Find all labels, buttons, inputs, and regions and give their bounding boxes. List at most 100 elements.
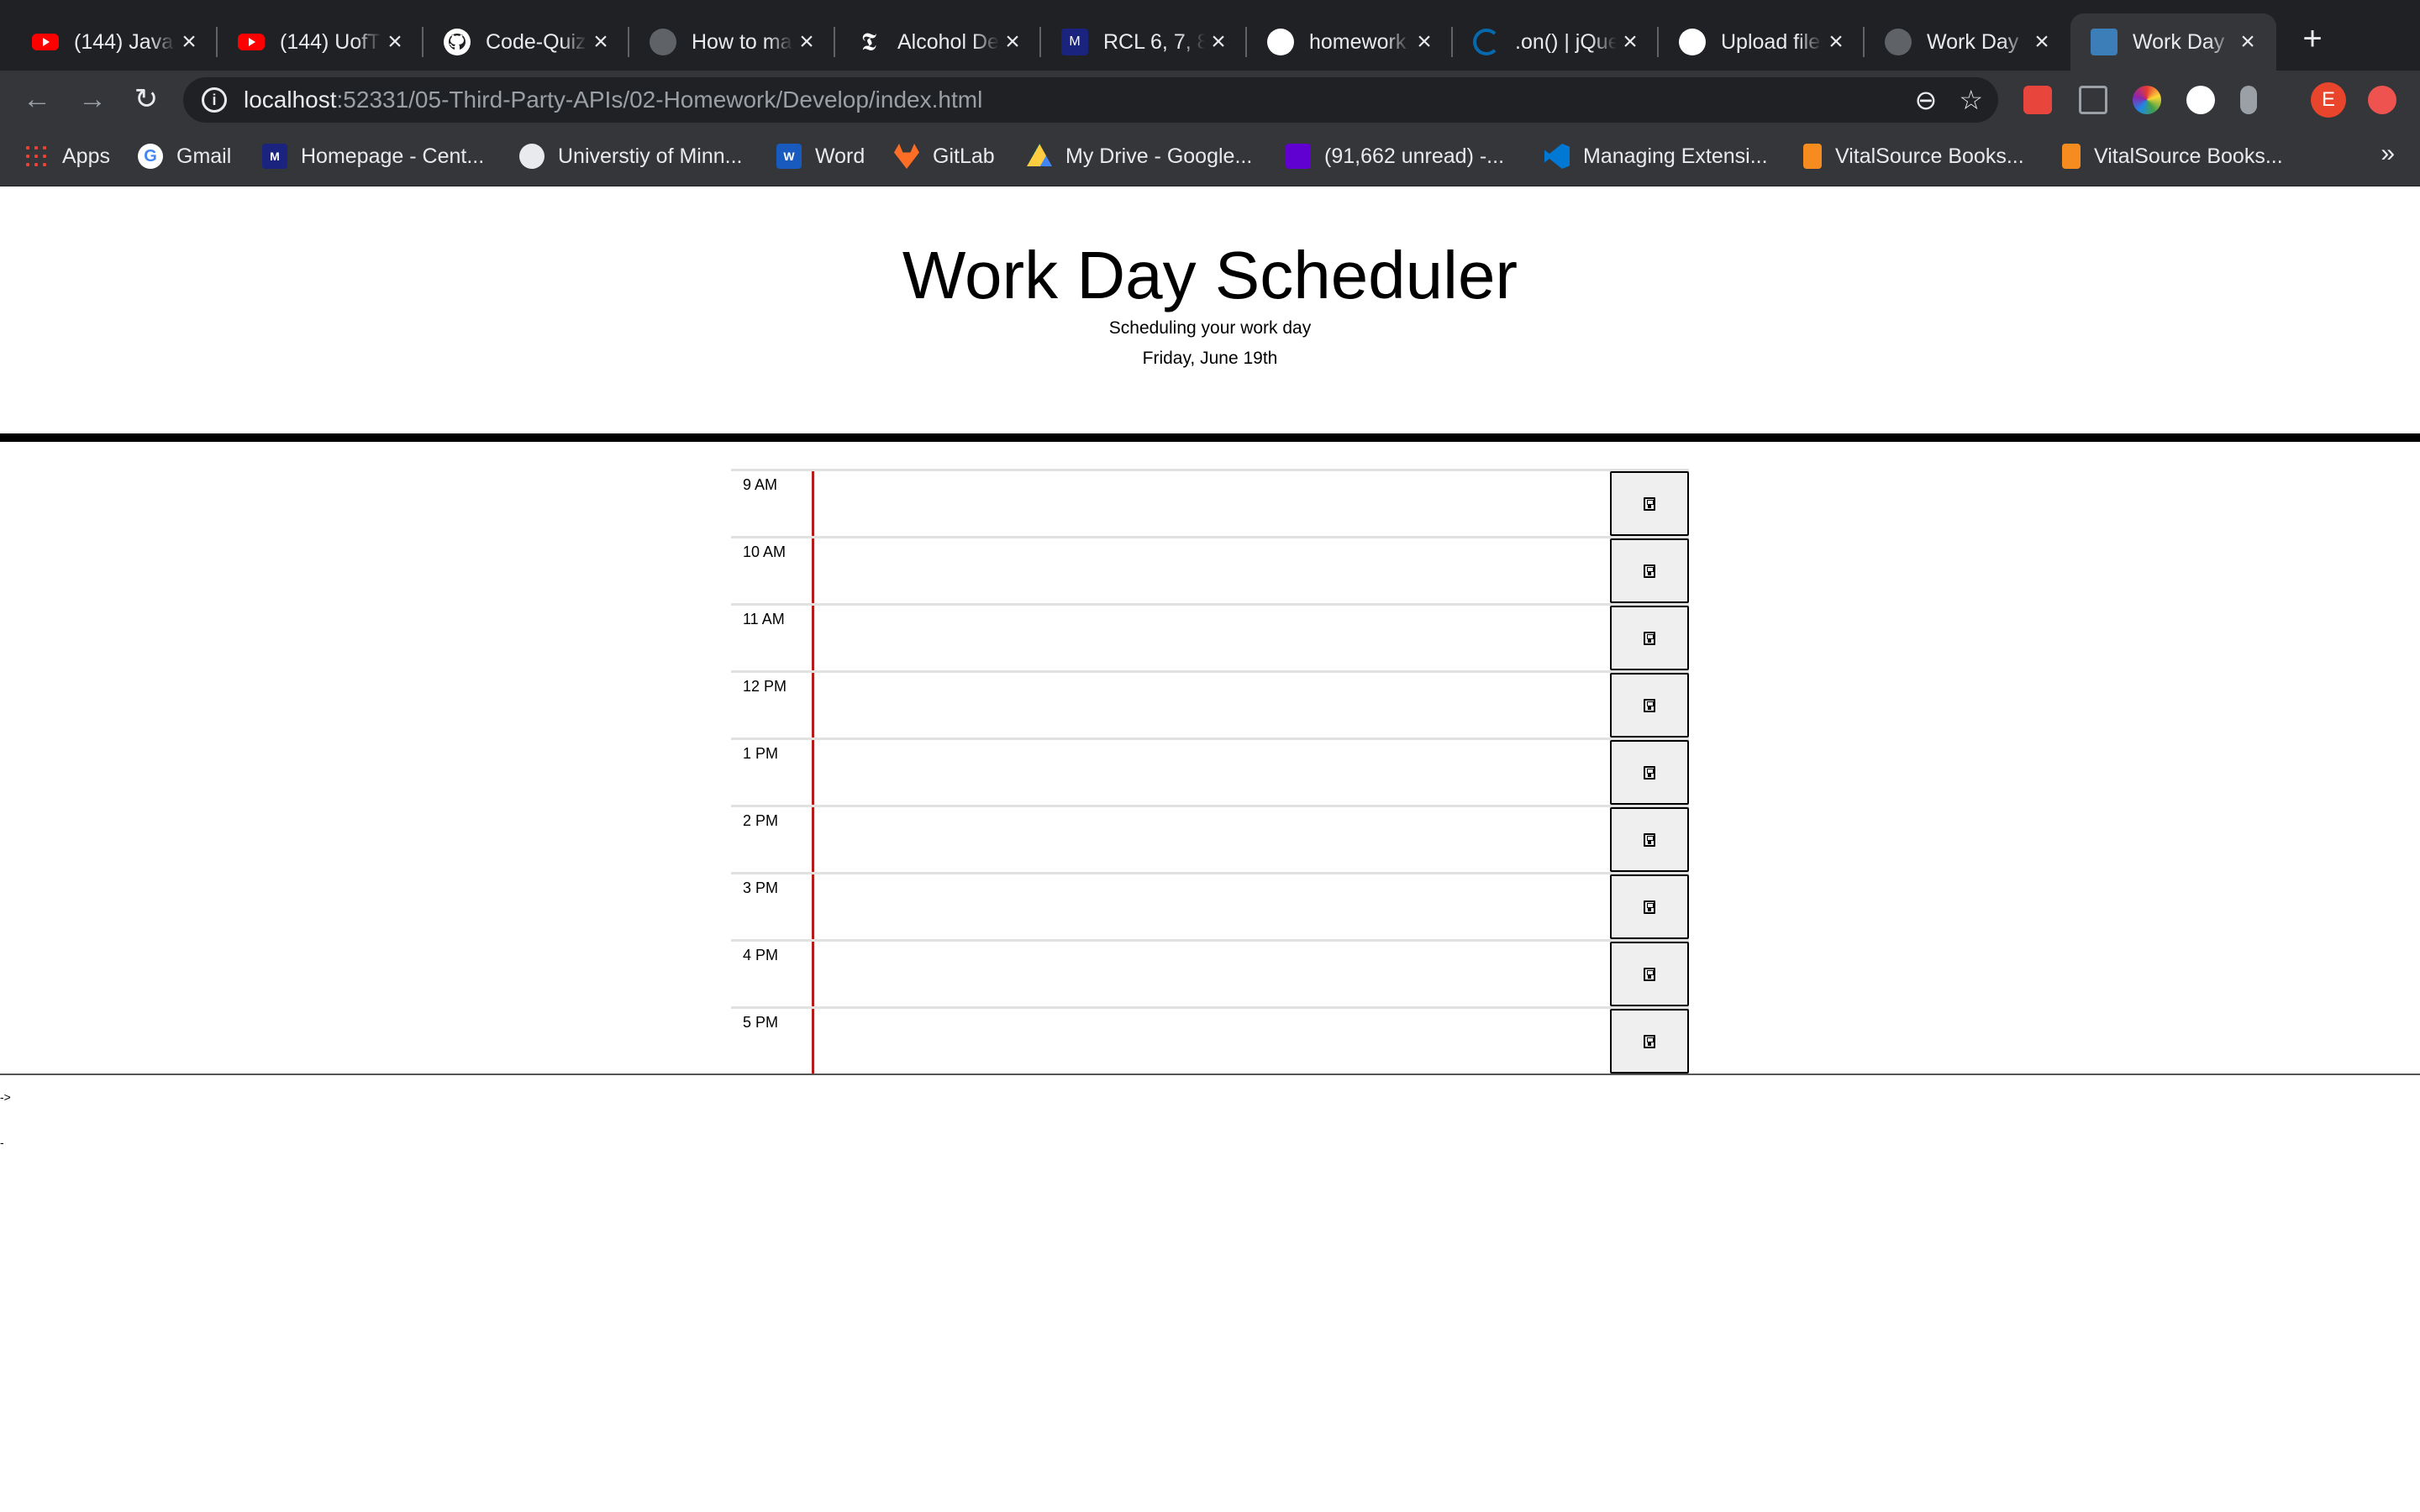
description-input[interactable] [812,807,1610,872]
tab-rcl[interactable]: M RCL 6, 7, 8 × [1041,13,1247,71]
vitalsource-icon [2062,144,2081,169]
tab-alcohol[interactable]: 𝕿 Alcohol Dehydrogenase × [835,13,1041,71]
extension-mouse-icon[interactable] [2240,86,2257,114]
extension-clock-icon[interactable] [2186,86,2215,114]
extension-ruler-icon[interactable] [2079,86,2107,114]
close-icon[interactable]: × [2028,28,2055,56]
globe-icon [519,144,544,169]
save-button[interactable] [1610,1009,1689,1074]
time-block: 2 PM [731,805,1689,872]
description-input[interactable] [812,942,1610,1006]
close-icon[interactable]: × [587,28,614,56]
close-icon[interactable]: × [1411,28,1438,56]
hour-label: 9 AM [743,476,778,493]
tab-work-day-1[interactable]: Work Day × [1865,13,2070,71]
time-block: 11 AM [731,603,1689,670]
close-icon[interactable]: × [381,28,408,56]
close-icon[interactable]: × [1617,28,1644,56]
hour-label: 1 PM [743,745,779,762]
bookmark-label: Apps [62,144,110,168]
tab-work-day-active[interactable]: Work Day × [2070,13,2276,71]
floppy-disk-icon [1644,564,1655,578]
tab-how-to-make[interactable]: How to make × [629,13,835,71]
tab-github-code-quiz[interactable]: Code-Quiz × [424,13,629,71]
bookmark-vitalsource-1[interactable]: VitalSource Books... [1803,141,2024,171]
stray-text: -> [0,1090,11,1104]
reload-icon[interactable]: ↻ [129,82,163,116]
university-icon: M [1061,29,1088,55]
hour-label: 4 PM [743,947,779,963]
floppy-disk-icon [1644,765,1655,780]
stray-text: - [0,1136,4,1149]
time-block: 1 PM [731,738,1689,805]
bookmark-managing-extensions[interactable]: Managing Extensi... [1544,141,1768,171]
header-divider [0,433,2420,442]
bookmark-label: Universtiy of Minn... [558,144,743,168]
globe-icon [1885,29,1912,55]
save-button[interactable] [1610,740,1689,805]
tab-title: homework [1309,29,1407,54]
new-tab-button[interactable]: + [2296,22,2329,55]
tab-title: RCL 6, 7, 8 [1103,29,1205,54]
tab-title: .on() | jQuery [1515,29,1617,54]
tab-github-upload[interactable]: Upload files × [1659,13,1865,71]
save-button[interactable] [1610,471,1689,536]
close-icon[interactable]: × [1823,28,1849,56]
description-input[interactable] [812,1009,1610,1074]
description-input[interactable] [812,874,1610,939]
update-icon[interactable] [2368,86,2396,114]
profile-avatar[interactable]: E [2311,82,2346,118]
bookmark-gmail[interactable]: G Gmail [138,141,231,171]
save-button[interactable] [1610,807,1689,872]
save-button[interactable] [1610,874,1689,939]
extension-record-icon[interactable] [2023,86,2052,114]
tab-title: How to make [692,29,793,54]
close-icon[interactable]: × [176,28,203,56]
forward-arrow-icon[interactable]: → [76,82,109,116]
bookmark-vitalsource-2[interactable]: VitalSource Books... [2062,141,2283,171]
bookmark-gitlab[interactable]: GitLab [894,141,995,171]
info-icon[interactable]: i [202,87,227,113]
tab-title: Work Day [1927,29,2019,54]
bookmark-star-icon[interactable]: ☆ [1959,84,1983,116]
save-button[interactable] [1610,606,1689,670]
floppy-disk-icon [1644,967,1655,981]
tab-youtube-uoft[interactable]: (144) UofT × [218,13,424,71]
bookmark-homepage[interactable]: M Homepage - Cent... [262,141,484,171]
address-bar[interactable]: i localhost:52331/05-Third-Party-APIs/02… [183,77,1998,123]
close-icon[interactable]: × [1205,28,1232,56]
close-icon[interactable]: × [999,28,1026,56]
close-icon[interactable]: × [2234,28,2261,56]
description-input[interactable] [812,740,1610,805]
tab-title: Alcohol Dehydrogenase [897,29,999,54]
floppy-disk-icon [1644,832,1655,847]
vitalsource-icon [1803,144,1822,169]
bookmark-university[interactable]: Universtiy of Minn... [519,141,743,171]
description-input[interactable] [812,673,1610,738]
back-arrow-icon[interactable]: ← [20,82,54,116]
description-input[interactable] [812,538,1610,603]
bookmark-label: VitalSource Books... [1835,144,2024,168]
close-icon[interactable]: × [793,28,820,56]
save-button[interactable] [1610,942,1689,1006]
bookmark-apps[interactable]: Apps [24,141,110,171]
gitlab-icon [894,144,919,169]
save-button[interactable] [1610,673,1689,738]
description-input[interactable] [812,606,1610,670]
bookmark-yahoo-mail[interactable]: (91,662 unread) -... [1286,141,1504,171]
bookmarks-overflow-button[interactable]: » [2381,139,2395,168]
bookmark-drive[interactable]: My Drive - Google... [1027,141,1252,171]
time-block: 9 AM [731,469,1689,536]
extension-colorpicker-icon[interactable] [2133,86,2161,114]
vscode-live-icon [2091,29,2118,55]
tab-jquery-on[interactable]: .on() | jQuery × [1453,13,1659,71]
save-button[interactable] [1610,538,1689,603]
tab-youtube-javascript[interactable]: (144) JavaScript × [12,13,218,71]
bookmark-word[interactable]: W Word [776,141,865,171]
tab-github-homework[interactable]: homework × [1247,13,1453,71]
description-input[interactable] [812,471,1610,536]
bookmark-label: Homepage - Cent... [301,144,485,168]
tab-title: Work Day [2133,29,2225,54]
zoom-icon[interactable]: ⊖ [1915,84,1938,116]
tab-title: Upload files [1721,29,1823,54]
